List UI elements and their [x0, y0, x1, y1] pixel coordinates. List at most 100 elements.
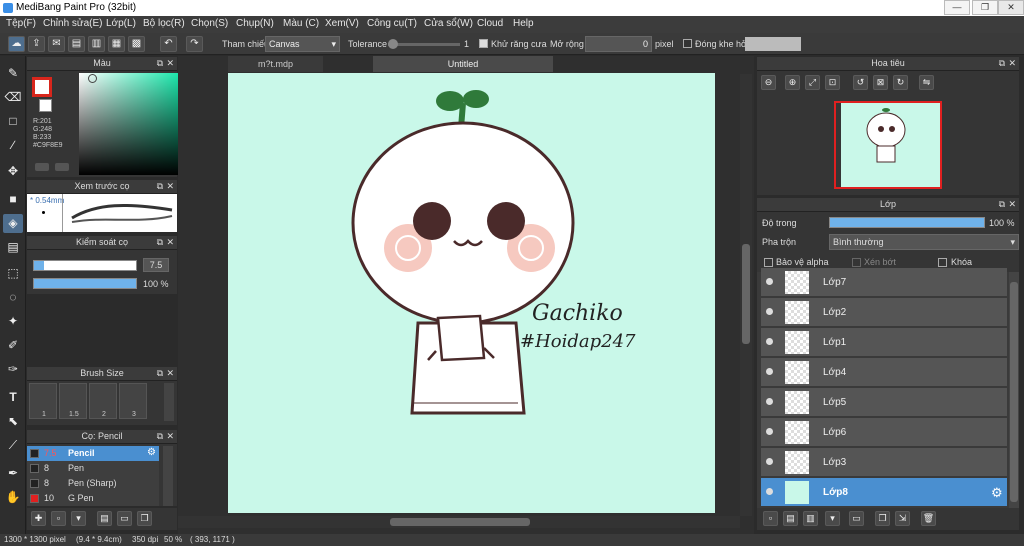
eye-icon[interactable] — [766, 488, 773, 495]
brush-size-cell[interactable]: 1 — [29, 383, 57, 419]
brush-size-value[interactable]: 7.5 — [143, 258, 169, 272]
select-rect-icon[interactable]: ⬚ — [3, 264, 23, 283]
menu-edit[interactable]: Chỉnh sửa(E) — [43, 18, 103, 29]
layer-row[interactable]: Lớp5 — [761, 388, 1007, 417]
zoom-out-icon[interactable]: ⊖ — [761, 75, 776, 90]
document-icon[interactable]: ▥ — [88, 36, 105, 52]
eye-icon[interactable] — [766, 308, 773, 315]
color-picker-handle[interactable] — [88, 74, 97, 83]
undock-icon[interactable]: ⧉ — [157, 236, 163, 249]
bucket-tool-icon[interactable]: ◈ — [3, 214, 23, 233]
duplicate-layer-icon[interactable]: ❐ — [875, 511, 890, 526]
operation-tool-icon[interactable]: ⬉ — [3, 412, 23, 431]
horizontal-scroll-thumb[interactable] — [390, 518, 530, 526]
expand-input[interactable]: 0 — [585, 36, 652, 52]
gear-icon[interactable]: ⚙ — [991, 485, 1003, 501]
select-eraser-icon[interactable]: ✑ — [3, 360, 23, 379]
tab-doc-1[interactable]: m?t.mdp — [228, 56, 323, 72]
add-brush-icon[interactable]: ✚ — [31, 511, 46, 526]
brush-copy-icon[interactable]: ❐ — [137, 511, 152, 526]
rotate-right-icon[interactable]: ↻ — [893, 75, 908, 90]
antialias-checkbox[interactable] — [479, 39, 488, 48]
layer-opacity-bar[interactable] — [829, 217, 985, 228]
menu-file[interactable]: Tệp(F) — [6, 18, 36, 29]
delete-layer-icon[interactable]: 🗑 — [921, 511, 936, 526]
grid-icon[interactable]: ▩ — [128, 36, 145, 52]
eraser-tool-icon[interactable]: ⌫ — [3, 88, 23, 107]
layer-list-scrollbar[interactable] — [1009, 272, 1019, 508]
redo-icon[interactable]: ↷ — [186, 36, 203, 52]
close-window-button[interactable]: ✕ — [998, 0, 1024, 15]
undock-icon[interactable]: ⧉ — [157, 367, 163, 380]
brush-item-pen[interactable]: 8 Pen — [27, 461, 159, 476]
close-gap-slider[interactable] — [745, 37, 801, 51]
foreground-color-swatch[interactable] — [32, 77, 52, 97]
minimize-button[interactable]: — — [944, 0, 970, 15]
vertical-scrollbar[interactable] — [740, 74, 752, 516]
zoom-in-icon[interactable]: ⊕ — [785, 75, 800, 90]
layer-row[interactable]: Lớp6 — [761, 418, 1007, 447]
protect-alpha-checkbox[interactable] — [764, 258, 773, 267]
brush-item-g-pen[interactable]: 10 G Pen — [27, 491, 159, 506]
reference-select[interactable]: Canvas ▾ — [265, 36, 340, 52]
undock-icon[interactable]: ⧉ — [999, 198, 1005, 211]
fit-view-icon[interactable]: ⤢ — [805, 75, 820, 90]
undo-icon[interactable]: ↶ — [160, 36, 177, 52]
lock-checkbox[interactable] — [938, 258, 947, 267]
close-icon[interactable]: ✕ — [166, 236, 174, 249]
rotate-left-icon[interactable]: ↺ — [853, 75, 868, 90]
brush-opacity-bar[interactable] — [33, 278, 137, 289]
layer-row-active[interactable]: Lớp8 ⚙ — [761, 478, 1007, 507]
eye-icon[interactable] — [766, 278, 773, 285]
layer-row[interactable]: Lớp4 — [761, 358, 1007, 387]
eye-icon[interactable] — [766, 398, 773, 405]
maximize-button[interactable]: ❐ — [972, 0, 998, 15]
pages-icon[interactable]: ▦ — [108, 36, 125, 52]
brush-size-scrollbar[interactable] — [164, 383, 174, 421]
new-halftone-layer-icon[interactable]: ▤ — [783, 511, 798, 526]
clipping-checkbox[interactable] — [852, 258, 861, 267]
menu-capture[interactable]: Chụp(N) — [236, 18, 274, 29]
hand-tool-icon[interactable]: ✋ — [3, 488, 23, 507]
layer-row[interactable]: Lớp2 — [761, 298, 1007, 327]
close-icon[interactable]: ✕ — [166, 180, 174, 193]
close-icon[interactable]: ✕ — [166, 367, 174, 380]
new-layer-icon[interactable]: ▫ — [763, 511, 778, 526]
brush-settings-icon[interactable]: ▾ — [71, 511, 86, 526]
close-icon[interactable]: ✕ — [166, 430, 174, 443]
vertical-scroll-thumb[interactable] — [742, 244, 750, 344]
menu-color[interactable]: Màu (C) — [283, 18, 319, 29]
new-8bit-layer-icon[interactable]: ▥ — [803, 511, 818, 526]
merge-layer-icon[interactable]: ⇲ — [895, 511, 910, 526]
brush-size-bar[interactable] — [33, 260, 137, 271]
menu-tools[interactable]: Công cụ(T) — [367, 18, 417, 29]
brush-tool-icon[interactable]: ✎ — [3, 64, 23, 83]
gradient-tool-icon[interactable]: ▤ — [3, 238, 23, 257]
close-icon[interactable]: ✕ — [1008, 198, 1016, 211]
close-icon[interactable]: ✕ — [1008, 57, 1016, 70]
color-tool-button[interactable] — [35, 163, 49, 171]
flip-icon[interactable]: ⇋ — [919, 75, 934, 90]
gear-icon[interactable]: ⚙ — [147, 447, 156, 458]
tolerance-slider-handle[interactable] — [388, 39, 398, 49]
drawing-canvas[interactable]: Gachiko #Hoidap247 — [228, 73, 715, 513]
line-tool-icon[interactable]: ∕ — [3, 136, 23, 155]
close-gap-checkbox[interactable] — [683, 39, 692, 48]
magic-wand-icon[interactable]: ✦ — [3, 312, 23, 331]
dropper-tool-icon[interactable]: ⟋ — [3, 436, 23, 455]
comment-icon[interactable]: ✉ — [48, 36, 65, 52]
menu-select[interactable]: Chọn(S) — [191, 18, 228, 29]
undock-icon[interactable]: ⧉ — [157, 57, 163, 70]
layer-add-menu-icon[interactable]: ▾ — [825, 511, 840, 526]
cloud-icon[interactable]: ☁ — [8, 36, 25, 52]
horizontal-scrollbar[interactable] — [178, 516, 740, 528]
tab-doc-untitled[interactable]: Untitled — [373, 56, 553, 72]
blend-mode-select[interactable]: Bình thường ▾ — [829, 234, 1019, 250]
move-tool-icon[interactable]: ✥ — [3, 162, 23, 181]
undock-icon[interactable]: ⧉ — [999, 57, 1005, 70]
tolerance-slider[interactable] — [388, 39, 460, 49]
layer-row[interactable]: Lớp7 — [761, 268, 1007, 297]
layer-row[interactable]: Lớp3 — [761, 448, 1007, 477]
brush-item-pencil[interactable]: 7.5 Pencil ⚙ — [27, 446, 159, 461]
brush-folder-icon[interactable]: ▭ — [117, 511, 132, 526]
